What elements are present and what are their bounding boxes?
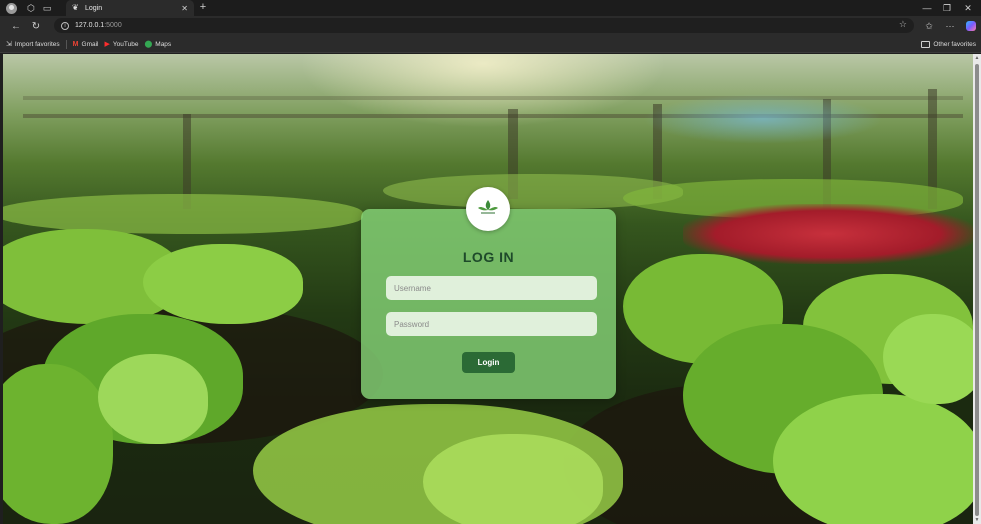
bookmarks-bar: ⇲ Import favorites M Gmail ▶ YouTube ⬤ M… (0, 36, 981, 53)
lettuce-plant (883, 314, 973, 404)
tab-actions-icon[interactable]: ▭ (39, 0, 55, 16)
other-favorites[interactable]: Other favorites (921, 36, 976, 53)
username-input[interactable] (386, 276, 597, 300)
maps-icon: ⬤ (144, 41, 153, 48)
bookmark-label: Gmail (81, 40, 99, 48)
login-title: LOG IN (462, 249, 515, 265)
bookmark-label: YouTube (112, 40, 139, 48)
bookmark-label: Maps (155, 40, 172, 48)
folder-icon (921, 41, 931, 48)
minimize-icon[interactable]: — (917, 0, 937, 16)
scroll-up-icon[interactable]: ▲ (973, 54, 981, 62)
profile-avatar-icon[interactable] (6, 2, 17, 14)
bookmark-gmail[interactable]: M Gmail (73, 41, 99, 48)
restore-icon[interactable]: ❐ (937, 0, 957, 16)
lettuce-plant (3, 364, 113, 524)
favorite-star-icon[interactable]: ☆ (899, 19, 907, 30)
bookmark-import-favorites[interactable]: ⇲ Import favorites (6, 40, 60, 49)
tab-title: Login (85, 4, 103, 12)
bookmark-label: Import favorites (14, 40, 60, 48)
workspaces-icon[interactable]: ⬡ (23, 0, 39, 16)
lettuce-plant (98, 354, 208, 444)
password-input[interactable] (386, 312, 597, 336)
scroll-thumb[interactable] (975, 64, 979, 516)
page-scrollbar[interactable]: ▲ ▼ (973, 54, 981, 524)
foreground-lettuce-blur (423, 434, 603, 524)
favorites-icon[interactable]: ✩ (920, 16, 938, 36)
bookmark-youtube[interactable]: ▶ YouTube (104, 40, 139, 49)
import-icon: ⇲ (6, 41, 12, 48)
bookmark-separator (65, 39, 67, 49)
new-tab-icon[interactable]: + (197, 0, 209, 16)
youtube-icon: ▶ (104, 41, 110, 48)
lettuce-plant (773, 394, 973, 524)
greenhouse-blur (643, 94, 883, 144)
site-info-icon[interactable]: i (61, 21, 69, 30)
browser-tab-login[interactable]: ❦ Login ✕ (66, 0, 194, 16)
close-window-icon[interactable]: ✕ (958, 0, 978, 16)
farm-logo (466, 187, 510, 231)
back-icon[interactable]: ← (6, 16, 26, 36)
url-port: :5000 (104, 22, 122, 29)
other-favorites-label: Other favorites (933, 41, 976, 48)
refresh-icon[interactable]: ↻ (26, 16, 46, 36)
address-bar[interactable]: i 127.0.0.1 :5000 ☆ (54, 18, 914, 33)
lettuce-row (3, 194, 363, 234)
gmail-icon: M (72, 40, 79, 48)
bookmark-maps[interactable]: ⬤ Maps (144, 40, 172, 49)
url-host: 127.0.0.1 (75, 22, 105, 29)
leaf-favicon-icon: ❦ (72, 3, 79, 12)
scroll-down-icon[interactable]: ▼ (973, 516, 981, 524)
more-menu-icon[interactable]: ··· (941, 16, 959, 36)
login-button[interactable]: Login (462, 352, 515, 373)
close-tab-icon[interactable]: ✕ (181, 4, 188, 13)
copilot-icon[interactable] (966, 21, 976, 31)
leaf-logo-icon (478, 200, 498, 214)
